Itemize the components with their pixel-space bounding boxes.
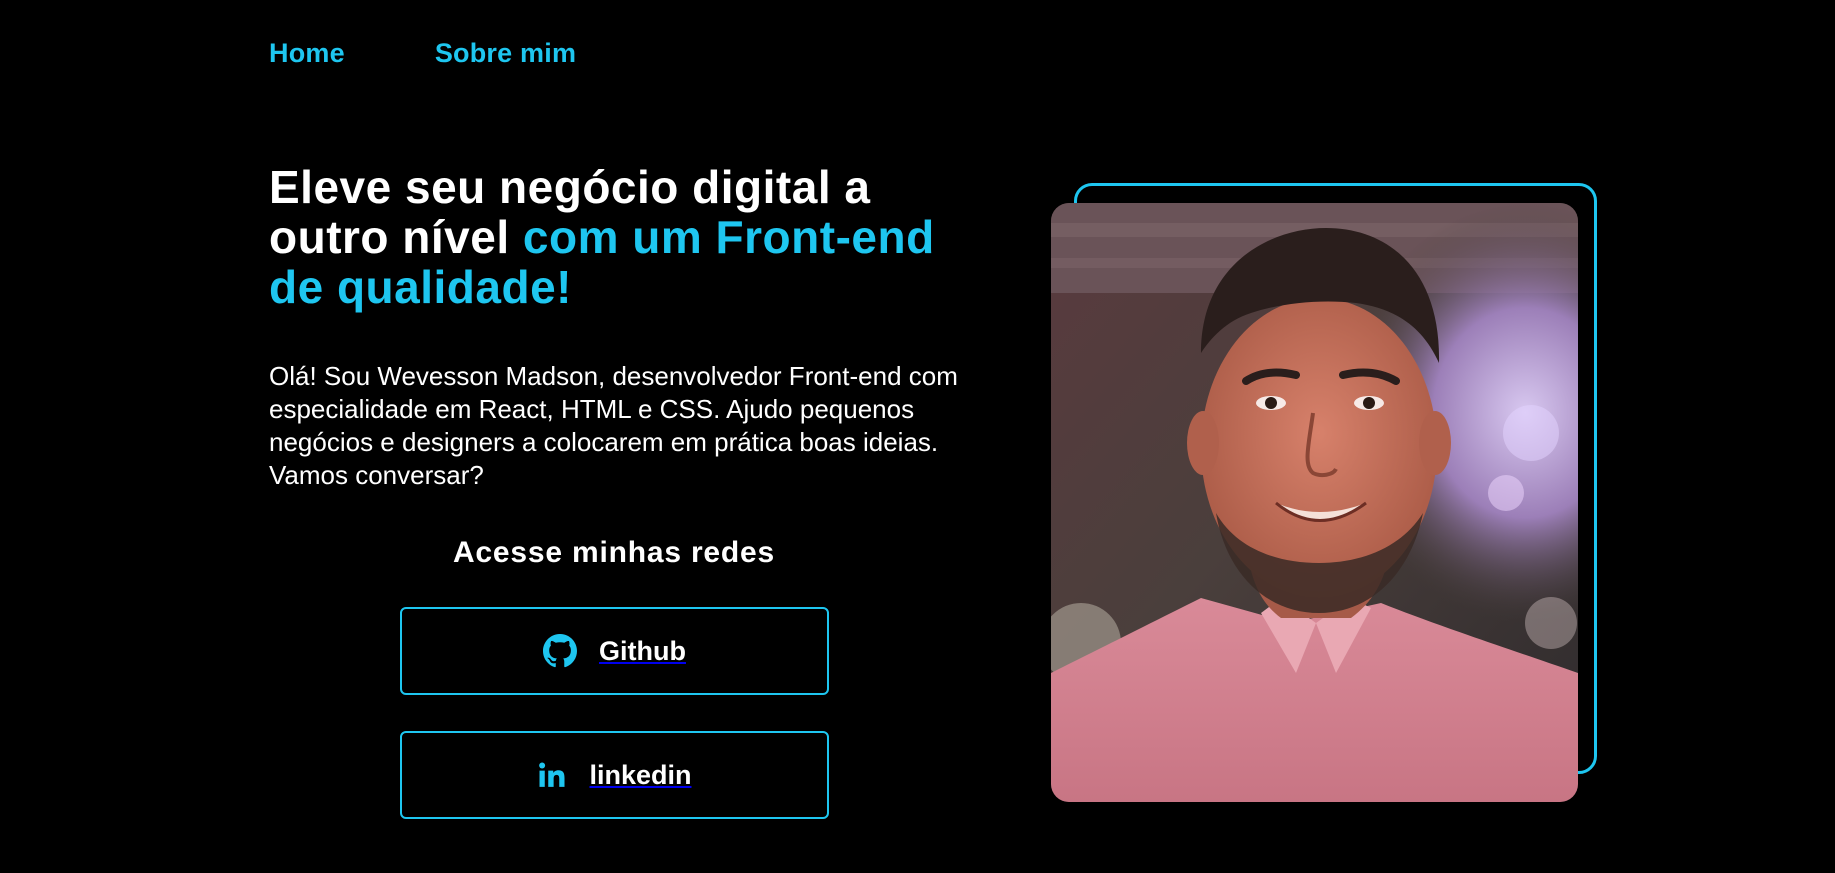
github-button-label: Github (599, 635, 686, 666)
linkedin-icon (537, 760, 567, 790)
nav-link-about[interactable]: Sobre mim (435, 38, 576, 69)
linkedin-button-label: linkedin (589, 759, 692, 790)
top-nav: Home Sobre mim (269, 38, 576, 69)
github-icon (543, 634, 577, 668)
profile-photo-illustration (1051, 203, 1578, 802)
github-button[interactable]: Github (400, 607, 829, 695)
page: Home Sobre mim Eleve seu negócio digital… (0, 0, 1835, 873)
social-heading: Acesse minhas redes (452, 536, 776, 569)
nav-link-home[interactable]: Home (269, 38, 345, 69)
profile-photo (1051, 203, 1578, 802)
hero-intro: Olá! Sou Wevesson Madson, desenvolvedor … (269, 361, 958, 490)
linkedin-button[interactable]: linkedin (400, 731, 829, 819)
hero-title: Eleve seu negócio digital a outro nível … (269, 162, 989, 312)
